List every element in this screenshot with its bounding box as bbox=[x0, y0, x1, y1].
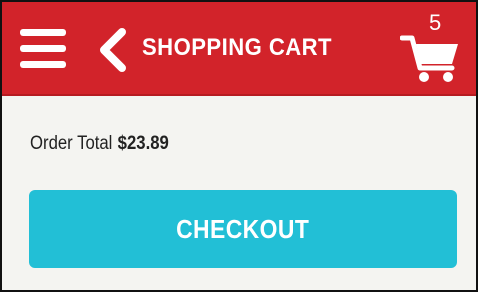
menu-icon[interactable] bbox=[20, 29, 68, 69]
order-total: Order Total $23.89 bbox=[30, 133, 169, 155]
order-total-label: Order Total bbox=[30, 133, 113, 154]
app-frame: SHOPPING CART 5 Order Total $23.89 CHECKO… bbox=[0, 0, 478, 292]
checkout-button-label: CHECKOUT bbox=[176, 213, 310, 244]
page-title: SHOPPING CART bbox=[142, 34, 332, 61]
cart-count-badge: 5 bbox=[429, 10, 442, 35]
checkout-button[interactable]: CHECKOUT bbox=[29, 190, 457, 268]
order-total-value: $23.89 bbox=[117, 133, 169, 154]
back-chevron-icon[interactable] bbox=[94, 28, 132, 72]
header-bar: SHOPPING CART 5 bbox=[2, 2, 476, 96]
